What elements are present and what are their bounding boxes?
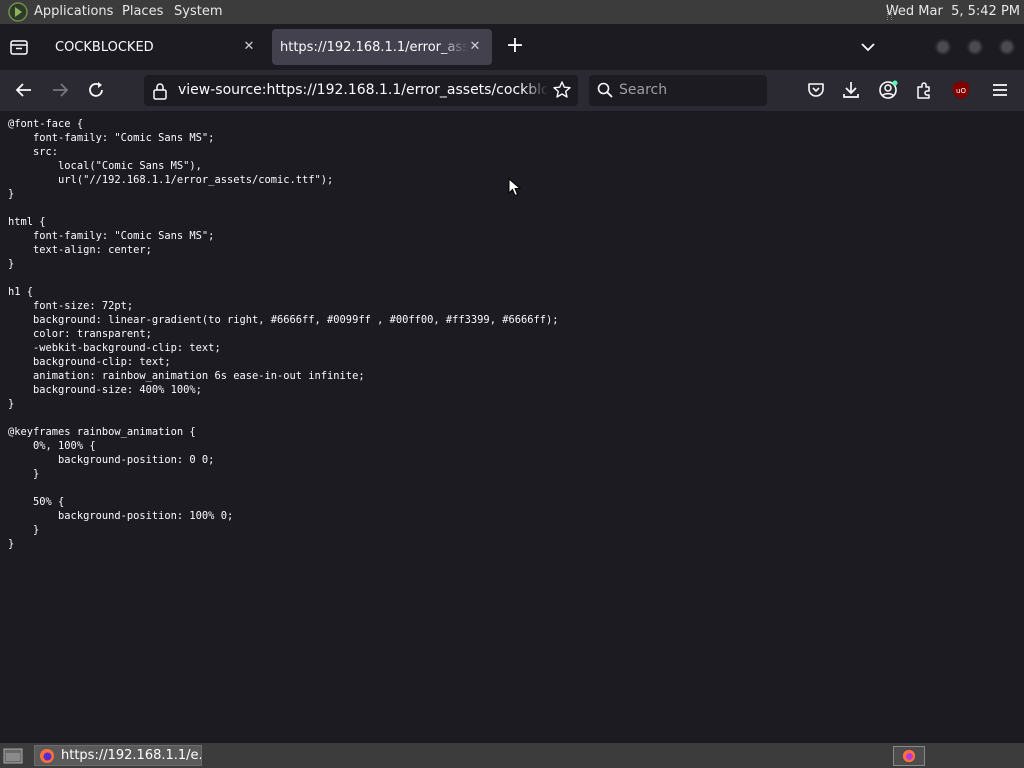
source-line: } (8, 524, 40, 536)
navigation-toolbar: view-source:https://192.168.1.1/error_as… (0, 70, 1024, 111)
maximize-button[interactable] (967, 39, 983, 55)
close-window-button[interactable] (999, 39, 1015, 55)
firefox-icon (902, 749, 916, 763)
panel-clock[interactable]: Wed Mar 5, 5:42 PM (886, 4, 1020, 19)
bookmark-star-icon[interactable] (552, 80, 572, 100)
address-bar[interactable]: view-source:https://192.168.1.1/error_as… (144, 75, 578, 106)
forward-icon[interactable] (49, 79, 71, 101)
list-all-tabs-icon[interactable] (856, 36, 880, 58)
source-line: color: transparent; (8, 328, 152, 340)
taskbar-window-firefox[interactable]: https://192.168.1.1/e... (34, 745, 202, 766)
tab-title: https://192.168.1.1/error_assets/cockblo… (280, 39, 468, 55)
tab-title: COCKBLOCKED (55, 39, 154, 55)
account-icon[interactable] (877, 79, 899, 101)
reload-icon[interactable] (85, 79, 107, 101)
source-line: font-family: "Comic Sans MS"; (8, 132, 215, 144)
close-tab-icon[interactable]: ✕ (466, 38, 484, 56)
search-bar[interactable] (589, 75, 767, 106)
source-line: background: linear-gradient(to right, #6… (8, 314, 559, 326)
source-line: } (8, 538, 15, 550)
source-line: background-clip: text; (8, 356, 171, 368)
source-line: } (8, 398, 15, 410)
back-icon[interactable] (13, 79, 35, 101)
close-tab-icon[interactable]: ✕ (240, 38, 258, 56)
minimize-button[interactable] (935, 39, 951, 55)
source-line: 0%, 100% { (8, 440, 96, 452)
source-line: @keyframes rainbow_animation { (8, 426, 196, 438)
source-line: animation: rainbow_animation 6s ease-in-… (8, 370, 365, 382)
search-icon (597, 82, 613, 98)
source-line: 50% { (8, 496, 65, 508)
downloads-icon[interactable] (840, 79, 862, 101)
source-line (8, 481, 1024, 495)
source-line: font-size: 72pt; (8, 300, 134, 312)
firefox-icon (40, 748, 54, 763)
system-menu[interactable]: System (174, 4, 222, 19)
source-line (8, 411, 1024, 425)
page-content: @font-face { font-family: "Comic Sans MS… (0, 111, 1024, 743)
source-line: background-size: 400% 100%; (8, 384, 202, 396)
taskbar-window-title: https://192.168.1.1/e... (61, 748, 201, 763)
hamburger-menu-icon[interactable] (989, 79, 1011, 101)
source-line: font-family: "Comic Sans MS"; (8, 230, 215, 242)
tab-cockblocked[interactable]: COCKBLOCKED ✕ (44, 29, 266, 65)
bottom-taskbar: https://192.168.1.1/e... (0, 743, 1024, 768)
source-line: @font-face { (8, 118, 84, 130)
pocket-icon[interactable] (805, 79, 827, 101)
source-line: } (8, 258, 15, 270)
source-code: @font-face { font-family: "Comic Sans MS… (0, 111, 1024, 551)
source-line: h1 { (8, 286, 34, 298)
places-menu[interactable]: Places (122, 4, 163, 19)
svg-text:uO: uO (956, 87, 966, 95)
applications-menu[interactable]: Applications (34, 4, 113, 19)
lock-icon[interactable] (152, 82, 168, 100)
source-line (8, 201, 1024, 215)
source-line: background-position: 100% 0; (8, 510, 234, 522)
source-line: src: (8, 146, 59, 158)
source-line: } (8, 468, 40, 480)
source-line (8, 271, 1024, 285)
firefox-view-icon[interactable] (8, 36, 30, 58)
new-tab-button[interactable]: + (503, 35, 527, 59)
top-panel: Applications Places System Wed Mar 5, 5:… (0, 0, 1024, 24)
mouse-pointer-icon (508, 178, 522, 197)
source-line: html { (8, 216, 46, 228)
source-line: local("Comic Sans MS"), (8, 160, 202, 172)
parrot-logo-icon[interactable] (8, 2, 28, 22)
source-line: -webkit-background-clip: text; (8, 342, 221, 354)
workspace-switcher[interactable] (893, 746, 925, 766)
ublock-origin-icon[interactable]: uO (950, 79, 972, 101)
tab-strip: COCKBLOCKED ✕ https://192.168.1.1/error_… (0, 24, 1024, 70)
search-input[interactable] (619, 81, 759, 99)
source-line: background-position: 0 0; (8, 454, 215, 466)
source-line: text-align: center; (8, 244, 152, 256)
show-desktop-icon[interactable] (3, 747, 23, 765)
url-text[interactable]: view-source:https://192.168.1.1/error_as… (178, 82, 548, 98)
extensions-icon[interactable] (913, 79, 935, 101)
tab-view-source[interactable]: https://192.168.1.1/error_assets/cockblo… (272, 29, 492, 65)
